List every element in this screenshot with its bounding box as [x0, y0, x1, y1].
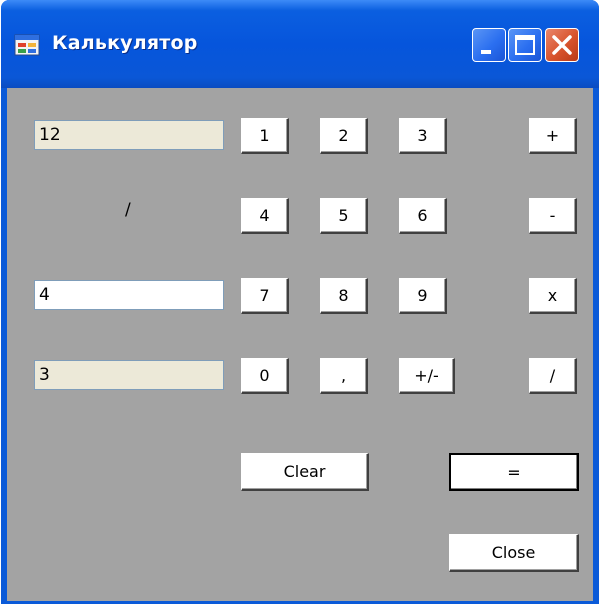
- close-button[interactable]: Close: [449, 534, 579, 572]
- equals-button[interactable]: =: [449, 453, 579, 491]
- digit-0-button[interactable]: 0: [241, 358, 289, 394]
- window-title: Калькулятор: [52, 32, 198, 54]
- digit-6-button[interactable]: 6: [399, 198, 447, 234]
- result-field[interactable]: 3: [34, 360, 224, 390]
- operand1-field[interactable]: 12: [34, 120, 224, 150]
- calculator-body: 12 / 4 3 1 2 3 4 5 6 7 8 9 0 , +/- + - x…: [7, 88, 593, 601]
- digit-3-button[interactable]: 3: [399, 118, 447, 154]
- digit-2-button[interactable]: 2: [320, 118, 368, 154]
- calculator-window: Калькулятор 12 / 4 3 1 2 3 4 5 6 7 8 9 0…: [1, 0, 599, 604]
- digit-9-button[interactable]: 9: [399, 278, 447, 314]
- maximize-button[interactable]: [508, 28, 542, 62]
- decimal-button[interactable]: ,: [320, 358, 368, 394]
- minimize-button[interactable]: [472, 28, 506, 62]
- digit-8-button[interactable]: 8: [320, 278, 368, 314]
- app-window-icon: [14, 34, 40, 56]
- multiply-button[interactable]: x: [529, 278, 577, 314]
- clear-button[interactable]: Clear: [241, 453, 369, 491]
- digit-7-button[interactable]: 7: [241, 278, 289, 314]
- add-button[interactable]: +: [529, 118, 577, 154]
- digit-5-button[interactable]: 5: [320, 198, 368, 234]
- subtract-button[interactable]: -: [529, 198, 577, 234]
- close-icon: [552, 35, 572, 55]
- divide-button[interactable]: /: [529, 358, 577, 394]
- operand2-field[interactable]: 4: [34, 280, 224, 310]
- digit-1-button[interactable]: 1: [241, 118, 289, 154]
- minimize-icon: [481, 50, 491, 54]
- maximize-icon: [515, 35, 535, 55]
- operator-label: /: [125, 200, 131, 220]
- sign-toggle-button[interactable]: +/-: [399, 358, 455, 394]
- close-window-button[interactable]: [545, 28, 579, 62]
- title-bar[interactable]: Калькулятор: [1, 0, 599, 88]
- digit-4-button[interactable]: 4: [241, 198, 289, 234]
